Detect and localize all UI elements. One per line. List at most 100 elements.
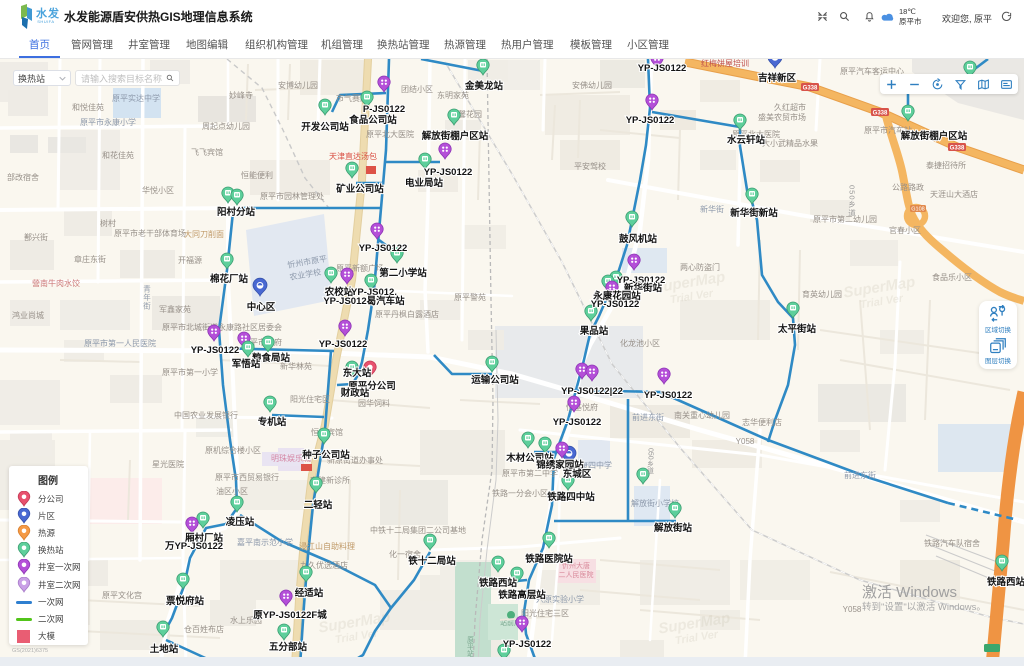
svg-text:YP-JS0122: YP-JS0122 bbox=[503, 639, 552, 650]
svg-text:P-JS0122: P-JS0122 bbox=[363, 104, 405, 115]
svg-text:妙峰寺: 妙峰寺 bbox=[229, 90, 253, 100]
svg-text:团结小区: 团结小区 bbox=[401, 84, 433, 94]
svg-text:二轻站: 二轻站 bbox=[304, 499, 333, 511]
svg-text:太平街站: 太平街站 bbox=[778, 323, 817, 335]
svg-text:原平警苑: 原平警苑 bbox=[454, 292, 486, 302]
svg-text:嘉平南示范小学: 嘉平南示范小学 bbox=[237, 537, 293, 547]
svg-text:原机综合楼小区: 原机综合楼小区 bbox=[205, 445, 261, 455]
svg-text:鄯兴街: 鄯兴街 bbox=[24, 232, 48, 242]
svg-text:原平市第一小学: 原平市第一小学 bbox=[162, 367, 218, 377]
svg-text:树村: 树村 bbox=[100, 218, 116, 228]
svg-text:仓百姓布店: 仓百姓布店 bbox=[184, 624, 224, 634]
svg-text:铁路汽车队宿舍: 铁路汽车队宿舍 bbox=[924, 538, 980, 548]
svg-text:原平文化宫: 原平文化宫 bbox=[102, 590, 142, 600]
svg-text:开发公司站: 开发公司站 bbox=[301, 121, 349, 133]
svg-text:开福源: 开福源 bbox=[178, 256, 202, 265]
svg-text:GS(2021)6375: GS(2021)6375 bbox=[12, 648, 48, 654]
svg-text:章庄东街: 章庄东街 bbox=[74, 254, 106, 264]
svg-text:吉祥新区: 吉祥新区 bbox=[758, 72, 797, 84]
svg-text:红梅饼屋培训: 红梅饼屋培训 bbox=[701, 59, 749, 68]
svg-text:原平市第一人民医院: 原平市第一人民医院 bbox=[84, 338, 156, 348]
svg-text:铁路高层站: 铁路高层站 bbox=[498, 589, 546, 601]
svg-text:育英幼儿园: 育英幼儿园 bbox=[802, 289, 842, 299]
svg-text:浸江山自助料理: 浸江山自助料理 bbox=[299, 541, 355, 551]
svg-text:南关重心幼儿园: 南关重心幼儿园 bbox=[674, 410, 730, 420]
svg-text:二人民医院: 二人民医院 bbox=[559, 570, 594, 579]
svg-text:志华便利店: 志华便利店 bbox=[742, 417, 782, 427]
svg-text:平安驾校: 平安驾校 bbox=[574, 161, 606, 171]
svg-text:天津直达汤包: 天津直达汤包 bbox=[329, 151, 377, 161]
svg-text:阳光住宅三区: 阳光住宅三区 bbox=[521, 608, 569, 618]
svg-text:天涯山大酒店: 天涯山大酒店 bbox=[930, 189, 978, 199]
svg-text:原YP-JS0122F城: 原YP-JS0122F城 bbox=[253, 609, 327, 621]
svg-text:YP-JS012曷汽车站: YP-JS012曷汽车站 bbox=[323, 295, 405, 307]
svg-text:050乡道: 050乡道 bbox=[647, 448, 655, 475]
svg-text:YP-JS0122: YP-JS0122 bbox=[359, 243, 408, 254]
svg-text:军悟站: 军悟站 bbox=[232, 358, 261, 370]
svg-text:大小武精品水果: 大小武精品水果 bbox=[762, 138, 818, 148]
svg-text:前进东街: 前进东街 bbox=[632, 412, 664, 422]
svg-text:YP-JS0122: YP-JS0122 bbox=[626, 115, 675, 126]
svg-text:矿业公司站: 矿业公司站 bbox=[336, 183, 384, 195]
svg-text:周起点幼儿园: 周起点幼儿园 bbox=[202, 121, 250, 131]
svg-text:YP-JS0122: YP-JS0122 bbox=[591, 299, 640, 310]
svg-text:土地站: 土地站 bbox=[150, 643, 179, 655]
svg-text:运输公司站: 运输公司站 bbox=[471, 374, 519, 386]
svg-text:铁路西站: 铁路西站 bbox=[987, 576, 1024, 588]
svg-text:久红超市: 久红超市 bbox=[774, 102, 806, 112]
svg-text:鼓风机站: 鼓风机站 bbox=[619, 233, 658, 245]
svg-text:G108: G108 bbox=[911, 207, 924, 213]
svg-text:星光医院: 星光医院 bbox=[152, 459, 184, 469]
svg-text:经适站: 经适站 bbox=[295, 587, 324, 599]
svg-text:和花佳苑: 和花佳苑 bbox=[102, 150, 134, 160]
svg-text:万YP-JS0122: 万YP-JS0122 bbox=[164, 541, 223, 552]
svg-text:水云轩站: 水云轩站 bbox=[727, 134, 766, 146]
svg-text:官春小区: 官春小区 bbox=[889, 225, 921, 235]
svg-text:G338: G338 bbox=[873, 111, 888, 117]
svg-text:铁路一分会小区: 铁路一分会小区 bbox=[492, 488, 548, 498]
svg-text:东城区: 东城区 bbox=[563, 468, 592, 480]
svg-text:YP-JS0122: YP-JS0122 bbox=[638, 63, 687, 74]
svg-text:棉花厂站: 棉花厂站 bbox=[210, 273, 249, 285]
svg-text:铁路四中站: 铁路四中站 bbox=[547, 491, 595, 503]
svg-text:中国农业发展银行: 中国农业发展银行 bbox=[174, 410, 238, 420]
svg-text:Y058: Y058 bbox=[843, 605, 862, 614]
svg-text:盛美农贸市场: 盛美农贸市场 bbox=[758, 112, 806, 122]
svg-text:华悦小区: 华悦小区 bbox=[142, 185, 174, 195]
svg-text:恒能便利: 恒能便利 bbox=[241, 170, 273, 180]
svg-text:YP-JS0122: YP-JS0122 bbox=[191, 345, 240, 356]
svg-text:第二小学站: 第二小学站 bbox=[379, 267, 427, 279]
svg-text:铁十二局站: 铁十二局站 bbox=[408, 555, 456, 567]
svg-text:G338: G338 bbox=[803, 86, 818, 92]
svg-text:原平北大医院: 原平北大医院 bbox=[366, 129, 414, 139]
svg-text:转到"设置"以激活 Windows。: 转到"设置"以激活 Windows。 bbox=[862, 601, 986, 613]
svg-text:公路路政: 公路路政 bbox=[892, 182, 924, 192]
svg-text:铁路医院站: 铁路医院站 bbox=[525, 553, 573, 565]
svg-text:票悦府站: 票悦府站 bbox=[165, 595, 205, 607]
svg-text:原平市北城街道永康路社区居委会: 原平市北城街道永康路社区居委会 bbox=[162, 322, 282, 332]
svg-text:原平丹枫白露酒店: 原平丹枫白露酒店 bbox=[375, 309, 439, 319]
svg-text:园华饲料: 园华饲料 bbox=[358, 398, 390, 408]
svg-text:大同刀削面: 大同刀削面 bbox=[184, 229, 224, 239]
svg-text:两心防盗门: 两心防盗门 bbox=[680, 262, 720, 272]
svg-text:财政站: 财政站 bbox=[340, 387, 370, 399]
svg-text:东大站: 东大站 bbox=[343, 367, 372, 379]
svg-text:和悦佳苑: 和悦佳苑 bbox=[72, 102, 104, 112]
svg-text:解放街站: 解放街站 bbox=[654, 522, 693, 534]
svg-text:YP-JS0122: YP-JS0122 bbox=[644, 390, 693, 401]
svg-text:飞飞宾馆: 飞飞宾馆 bbox=[191, 147, 223, 157]
svg-text:G338: G338 bbox=[950, 146, 965, 152]
svg-text:安佛幼儿园: 安佛幼儿园 bbox=[572, 80, 612, 90]
svg-text:激活 Windows: 激活 Windows bbox=[862, 584, 957, 601]
svg-text:解放街棚户区站: 解放街棚户区站 bbox=[422, 130, 489, 142]
svg-text:泰捷招待所: 泰捷招待所 bbox=[926, 160, 966, 170]
svg-text:阳光住宅区: 阳光住宅区 bbox=[290, 394, 330, 404]
svg-text:安博幼儿园: 安博幼儿园 bbox=[278, 80, 318, 90]
svg-text:YP-JS0122: YP-JS0122 bbox=[553, 417, 602, 428]
svg-text:金美龙站: 金美龙站 bbox=[464, 80, 504, 92]
svg-text:五分部站: 五分部站 bbox=[269, 641, 308, 653]
svg-text:YP-JS0122|22: YP-JS0122|22 bbox=[561, 386, 623, 397]
svg-text:果品站: 果品站 bbox=[579, 325, 609, 337]
svg-text:新华街新站: 新华街新站 bbox=[730, 207, 778, 219]
svg-text:中铁十二局集团二公司基地: 中铁十二局集团二公司基地 bbox=[370, 525, 466, 535]
